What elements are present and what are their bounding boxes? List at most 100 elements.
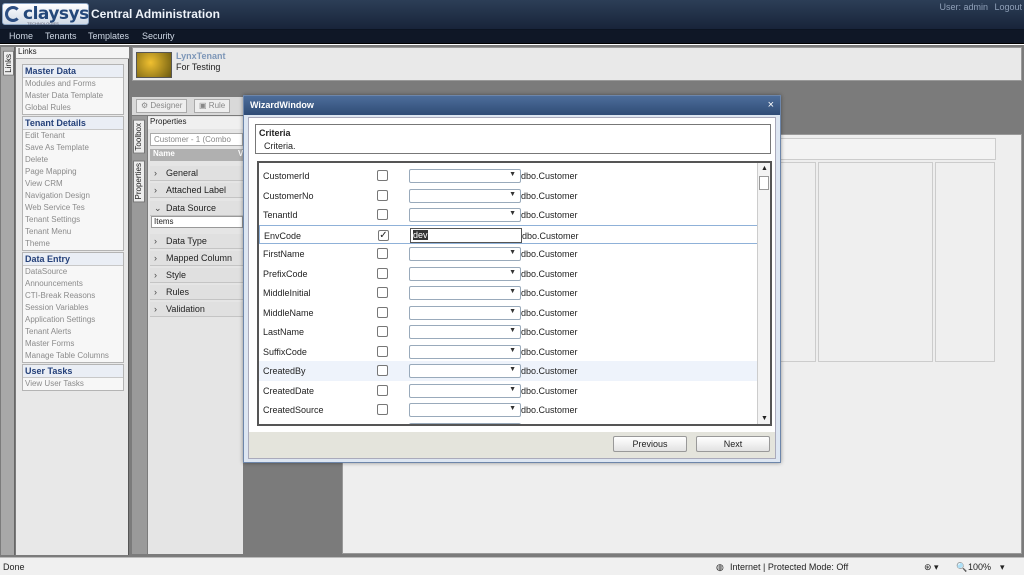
field-checkbox[interactable] [377,267,388,279]
field-checkbox[interactable] [377,248,388,259]
field-checkbox[interactable] [377,189,388,201]
link-delete[interactable]: Delete [23,154,123,166]
link-cti-break-reasons[interactable]: CTI-Break Reasons [23,290,123,302]
criteria-value-dropdown[interactable]: ▼ [409,266,521,281]
link-announcements[interactable]: Announcements [23,278,123,290]
criteria-value-dropdown[interactable]: ▼ [409,325,521,339]
criteria-value-dropdown[interactable]: ▼ [409,422,521,424]
menu-security[interactable]: Security [142,31,175,41]
criteria-value-dropdown[interactable]: ▼ [409,208,521,222]
tenant-name[interactable]: LynxTenant [176,51,226,61]
field-checkbox[interactable] [377,423,388,424]
properties-tab[interactable]: Properties [133,160,145,203]
criteria-rows: CustomerId ▼ dbo.Customer CustomerNo ▼ dbo.Cu… [259,166,759,424]
criteria-value-dropdown[interactable]: ▼ [409,305,521,320]
criteria-value-dropdown[interactable]: ▼ [409,247,521,261]
criteria-value-dropdown[interactable]: ▼ [409,383,521,398]
link-navigation-design[interactable]: Navigation Design [23,190,123,202]
criteria-value-dropdown[interactable]: ▼ [409,188,521,203]
links-tab-label[interactable]: Links [3,51,14,76]
scroll-up-icon[interactable]: ▲ [761,165,768,172]
field-checkbox[interactable] [377,170,388,181]
section-label: Data Type [166,236,207,246]
link-session-variables[interactable]: Session Variables [23,302,123,314]
chevron-right-icon: › [154,287,157,297]
menu-templates[interactable]: Templates [88,31,129,41]
link-page-mapping[interactable]: Page Mapping [23,166,123,178]
link-tenant-alerts[interactable]: Tenant Alerts [23,326,123,338]
criteria-value-dropdown[interactable]: ▼ [409,169,521,183]
field-checkbox[interactable] [377,326,388,337]
field-checkbox[interactable] [377,306,388,318]
link-web-service-test[interactable]: Web Service Tes [23,202,123,214]
field-checkbox[interactable] [377,404,388,415]
rule-icon: ▣ [199,101,207,110]
link-datasource[interactable]: DataSource [23,266,123,278]
chevron-down-icon: ▼ [509,327,516,334]
section-attached-label[interactable]: › Attached Label [150,183,243,198]
list-scrollbar[interactable]: ▲ ▼ [757,163,770,424]
designer-button[interactable]: ⚙ Designer [136,99,188,113]
field-checkbox[interactable] [377,384,388,396]
previous-button[interactable]: Previous [613,436,687,452]
wizard-window: WizardWindow × Criteria Criteria. Custom… [243,95,781,463]
criteria-value-text: dev [413,229,428,240]
link-view-crm[interactable]: View CRM [23,178,123,190]
control-selector[interactable]: Customer - 1 (Combo [150,133,243,146]
protected-mode-icon[interactable]: ⊛ ▾ [924,562,939,573]
section-data-source[interactable]: ⌄ Data Source [150,201,243,216]
items-field[interactable]: Items [151,216,243,228]
next-button[interactable]: Next [696,436,770,452]
link-master-forms[interactable]: Master Forms [23,338,123,350]
table-name: dbo.Customer [521,385,578,396]
section-general[interactable]: › General [150,166,243,181]
link-global-rules[interactable]: Global Rules [23,102,123,114]
field-checkbox[interactable] [377,209,388,220]
toolbox-tab[interactable]: Toolbox [133,120,145,154]
zoom-level[interactable]: 100% [968,562,991,572]
link-manage-table-columns[interactable]: Manage Table Columns [23,350,123,362]
close-icon[interactable]: × [768,99,774,111]
criteria-value-dropdown[interactable]: ▼ [409,286,521,300]
scroll-down-icon[interactable]: ▼ [761,415,768,422]
rule-button[interactable]: ▣ Rule [194,99,231,113]
field-checkbox[interactable] [377,345,388,357]
criteria-row: MiddleName ▼ dbo.Customer [259,303,759,323]
link-application-settings[interactable]: Application Settings [23,314,123,326]
field-checkbox[interactable] [377,365,388,376]
link-master-data-template[interactable]: Master Data Template [23,90,123,102]
menu-tenants[interactable]: Tenants [45,31,77,41]
link-modules-and-forms[interactable]: Modules and Forms [23,78,123,90]
logout-link[interactable]: Logout [994,2,1022,12]
security-zone: Internet | Protected Mode: Off [730,562,849,572]
field-name: TenantId [263,210,298,220]
criteria-row: EnvCode ✓ dev dbo.Customer [259,224,759,244]
field-name: CreatedSource [263,405,324,415]
section-mapped-column[interactable]: › Mapped Column [150,251,243,266]
criteria-value-dropdown[interactable]: ▼ [409,403,521,417]
scroll-thumb[interactable] [759,176,769,190]
link-theme[interactable]: Theme [23,238,123,250]
link-tenant-settings[interactable]: Tenant Settings [23,214,123,226]
group-title: Master Data [23,65,123,78]
criteria-value-dropdown[interactable]: ▼ [409,344,521,359]
designer-icon: ⚙ [141,101,149,110]
logo-subtext: TECHNOLOGIES [27,21,59,26]
section-style[interactable]: › Style [150,268,243,283]
link-view-user-tasks[interactable]: View User Tasks [23,378,123,390]
link-edit-tenant[interactable]: Edit Tenant [23,130,123,142]
link-save-as-template[interactable]: Save As Template [23,142,123,154]
field-checkbox[interactable] [377,287,388,298]
criteria-value-input[interactable]: dev [410,227,522,243]
zoom-dropdown-icon[interactable]: ▾ [1000,562,1005,573]
field-name: CreatedDate [263,385,315,396]
section-validation[interactable]: › Validation [150,302,243,317]
grid-column [780,162,816,362]
field-checkbox[interactable]: ✓ [378,229,389,241]
criteria-value-dropdown[interactable]: ▼ [409,364,521,378]
criteria-row: FirstName ▼ dbo.Customer [259,244,759,264]
section-rules[interactable]: › Rules [150,285,243,300]
section-data-type[interactable]: › Data Type [150,234,243,249]
menu-home[interactable]: Home [9,31,33,41]
link-tenant-menu[interactable]: Tenant Menu [23,226,123,238]
